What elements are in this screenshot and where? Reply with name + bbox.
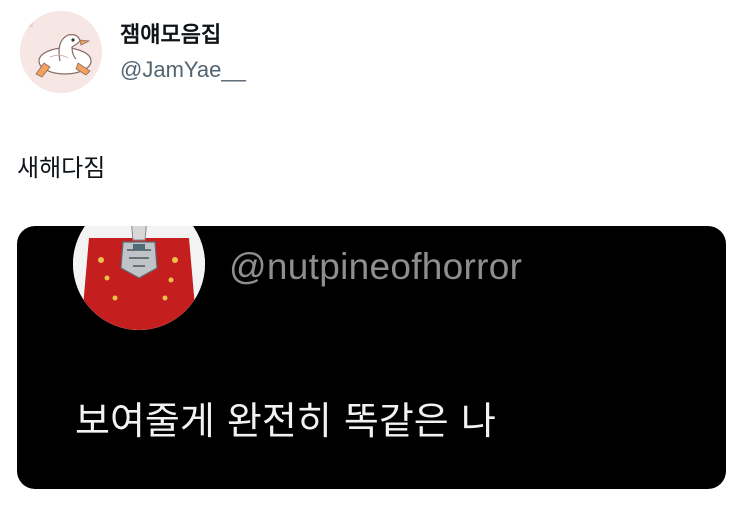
tweet-text: 새해다짐	[17, 154, 106, 182]
author-avatar[interactable]	[20, 11, 102, 93]
author-display-name[interactable]: 잼얘모음집	[120, 17, 221, 49]
embedded-author-handle: @nutpineofhorror	[229, 246, 523, 287]
embedded-tweet-text: 보여줄게 완전히 똑같은 나	[75, 399, 496, 443]
knight-avatar-icon	[73, 226, 205, 330]
embedded-tweet-image[interactable]: @nutpineofhorror 보여줄게 완전히 똑같은 나	[17, 226, 726, 489]
embedded-author-avatar	[73, 226, 205, 330]
goose-avatar-icon	[20, 11, 102, 93]
embedded-name-cropped	[253, 226, 413, 230]
author-handle[interactable]: @JamYae__	[120, 57, 246, 83]
